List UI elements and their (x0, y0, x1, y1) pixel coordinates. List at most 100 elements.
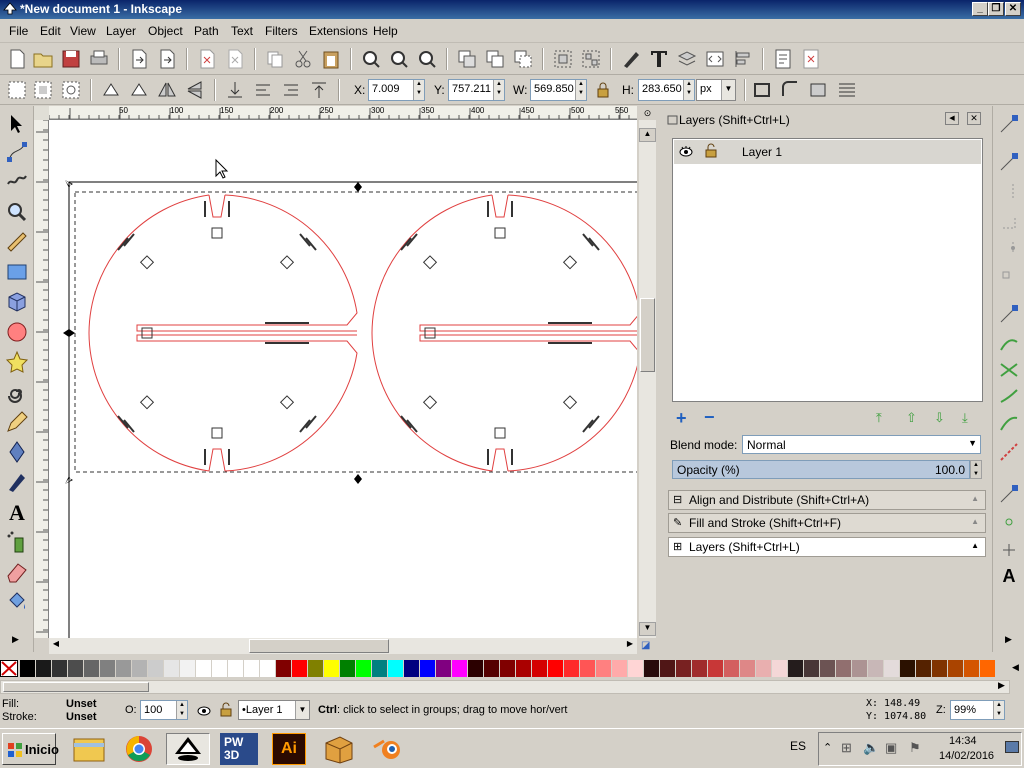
color-swatch[interactable] (804, 660, 819, 677)
clock-date[interactable]: 14/02/2016 (939, 750, 994, 762)
color-swatch[interactable] (244, 660, 259, 677)
color-swatch[interactable] (884, 660, 899, 677)
scroll-thumb[interactable] (640, 298, 655, 372)
square-hole[interactable] (211, 227, 223, 239)
diamond-hole[interactable] (422, 255, 438, 270)
menu-path[interactable]: Path (194, 24, 219, 38)
slot-mark[interactable] (582, 233, 600, 251)
copy-icon[interactable] (264, 48, 286, 70)
eye-visible-icon[interactable] (196, 703, 212, 717)
scale-handle-top[interactable] (354, 182, 362, 192)
color-swatch[interactable] (20, 660, 35, 677)
snap-smooth-icon[interactable] (997, 412, 1021, 436)
color-swatch[interactable] (628, 660, 643, 677)
expand-arrow-icon[interactable]: ▶ (12, 634, 19, 645)
shapes-group[interactable] (88, 194, 637, 472)
select-all-icon[interactable] (6, 79, 28, 101)
snap-cusp-icon[interactable] (997, 384, 1021, 408)
color-swatch[interactable] (180, 660, 195, 677)
lock-icon[interactable] (592, 79, 614, 101)
opacity-slider[interactable]: Opacity (%) 100.0 (672, 460, 970, 479)
text-font-icon[interactable] (648, 48, 670, 70)
scroll-up-icon[interactable]: ▲ (639, 128, 656, 142)
slot-mark[interactable] (582, 415, 600, 433)
snap-midpoint-icon[interactable] (997, 440, 1021, 464)
stroke-value[interactable]: Unset (66, 711, 97, 723)
color-swatch[interactable] (836, 660, 851, 677)
color-swatch[interactable] (292, 660, 307, 677)
chevron-down-icon[interactable]: ▼ (968, 438, 977, 448)
selector-tool-icon[interactable] (5, 112, 29, 136)
color-swatch[interactable] (612, 660, 627, 677)
color-swatch[interactable] (484, 660, 499, 677)
color-swatch[interactable] (196, 660, 211, 677)
export-icon[interactable] (156, 48, 178, 70)
color-swatch[interactable] (132, 660, 147, 677)
part-notch[interactable] (491, 194, 509, 218)
tweak-tool-icon[interactable] (5, 170, 29, 194)
remove-layer-icon[interactable]: − (704, 408, 720, 426)
color-swatch[interactable] (564, 660, 579, 677)
chevron-down-icon[interactable]: ▼ (295, 701, 309, 719)
flip-vertical-icon[interactable] (184, 79, 206, 101)
slot-mark[interactable] (204, 449, 230, 465)
print-icon[interactable] (88, 48, 110, 70)
move-gradients-icon[interactable] (808, 79, 830, 101)
spin-arrows-icon[interactable]: ▲ ▼ (493, 80, 504, 100)
color-swatch[interactable] (596, 660, 611, 677)
spin-arrows-icon[interactable]: ▲ ▼ (993, 701, 1004, 719)
slot-mark[interactable] (400, 415, 418, 433)
drawing-canvas[interactable] (49, 120, 637, 638)
w-input[interactable]: 569.850 ▲ ▼ (530, 79, 587, 101)
rotate-ccw-icon[interactable] (100, 79, 122, 101)
color-swatch[interactable] (932, 660, 947, 677)
color-swatch[interactable] (532, 660, 547, 677)
inkscape-task-button[interactable] (166, 733, 210, 765)
align-distribute-icon[interactable] (732, 48, 754, 70)
square-hole[interactable] (494, 227, 506, 239)
opacity-input[interactable]: 100 ▲ ▼ (140, 700, 188, 720)
color-manage-icon[interactable]: ◪ (641, 640, 655, 654)
iconify-icon[interactable]: ◀ (945, 112, 959, 125)
color-swatch[interactable] (644, 660, 659, 677)
part-notch[interactable] (208, 194, 226, 218)
part-notch[interactable] (208, 448, 226, 472)
calligraphy-tool-icon[interactable] (5, 470, 29, 494)
star-tool-icon[interactable] (5, 350, 29, 374)
spin-arrows-icon[interactable]: ▲ ▼ (176, 701, 187, 719)
paint-bucket-icon[interactable] (5, 590, 29, 614)
color-swatch[interactable] (660, 660, 675, 677)
text-tool-icon[interactable]: A (5, 500, 29, 525)
ellipse-tool-icon[interactable] (5, 320, 29, 344)
menu-edit[interactable]: Edit (40, 24, 61, 38)
diamond-hole[interactable] (279, 395, 295, 410)
menu-file[interactable]: File (9, 24, 28, 38)
color-swatch[interactable] (212, 660, 227, 677)
square-hole[interactable] (211, 427, 223, 439)
show-desktop-icon[interactable] (1005, 741, 1019, 753)
color-swatch[interactable] (708, 660, 723, 677)
lower-to-bottom-icon[interactable] (224, 79, 246, 101)
fill-stroke-icon[interactable] (620, 48, 642, 70)
zoom-page-icon[interactable] (416, 48, 438, 70)
color-swatch[interactable] (164, 660, 179, 677)
color-swatch[interactable] (228, 660, 243, 677)
add-layer-icon[interactable]: + (676, 409, 692, 427)
layers-list[interactable] (672, 138, 983, 402)
h-input[interactable]: 283.650 ▲ ▼ (638, 79, 695, 101)
diamond-hole[interactable] (422, 395, 438, 410)
cut-icon[interactable] (292, 48, 314, 70)
color-swatch[interactable] (500, 660, 515, 677)
blend-mode-select[interactable]: Normal ▼ (742, 435, 981, 454)
snap-bbox-corner-icon[interactable] (997, 210, 1021, 234)
color-swatch[interactable] (676, 660, 691, 677)
menu-help[interactable]: Help (373, 24, 398, 38)
snap-enable-icon[interactable] (997, 112, 1021, 136)
slot-mark[interactable] (265, 322, 309, 344)
chrome-icon[interactable] (120, 733, 158, 765)
color-swatch[interactable] (68, 660, 83, 677)
import-icon[interactable] (128, 48, 150, 70)
palette-scrollbar[interactable] (0, 680, 1010, 694)
eraser-tool-icon[interactable] (5, 560, 29, 584)
spin-arrows-icon[interactable]: ▲ ▼ (413, 80, 424, 100)
